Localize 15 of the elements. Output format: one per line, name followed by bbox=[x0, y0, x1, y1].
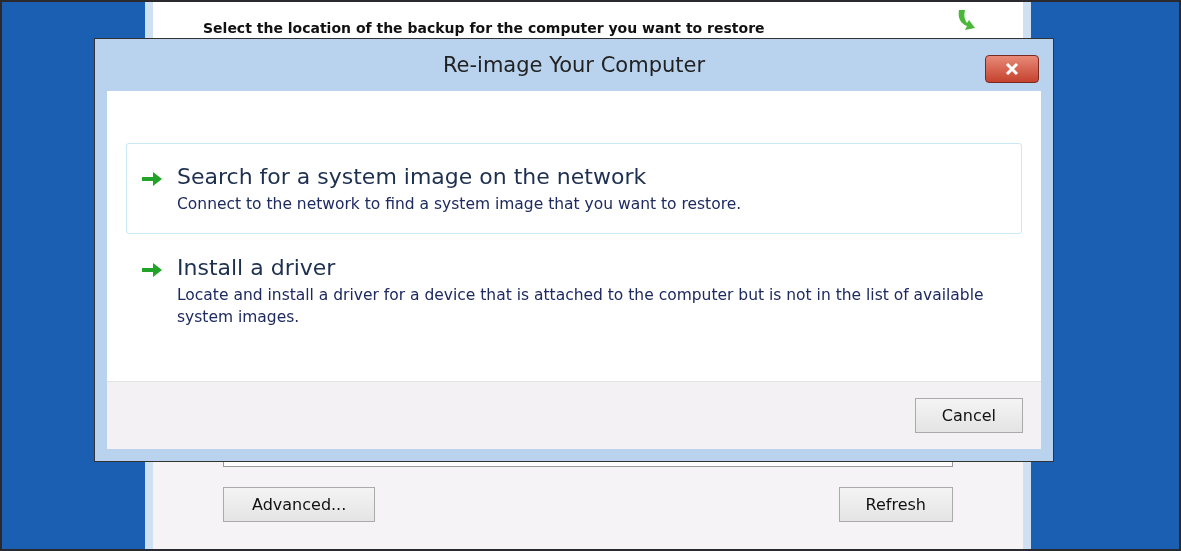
option-description: Locate and install a driver for a device that is attached to the computer but is not in the list of available system images. bbox=[177, 285, 985, 328]
dialog-button[interactable]: Refresh bbox=[838, 487, 953, 522]
page-heading: Select the location of the backup for the computer you want to restore bbox=[203, 20, 765, 38]
option-title: Install a driver bbox=[177, 255, 337, 280]
option-title: Search for a system image on the network bbox=[177, 164, 648, 189]
window-title: Re-image Your Computer bbox=[442, 53, 706, 77]
command-link[interactable]: Install a driver Locate and install a driver for a device that is attached to the computer but is not in the list of available system images. bbox=[126, 234, 1022, 347]
close-icon bbox=[1005, 63, 1019, 75]
command-link[interactable]: Search for a system image on the network Connect to the network to find a system image that you want to restore. bbox=[126, 143, 1022, 234]
arrow-icon bbox=[141, 261, 163, 279]
close-button[interactable] bbox=[985, 55, 1039, 83]
arrow-icon bbox=[141, 170, 163, 188]
cancel-button[interactable]: Cancel bbox=[914, 398, 1023, 433]
option-description: Connect to the network to find a system image that you want to restore. bbox=[177, 194, 742, 215]
dialog-button[interactable]: Advanced... bbox=[223, 487, 376, 522]
